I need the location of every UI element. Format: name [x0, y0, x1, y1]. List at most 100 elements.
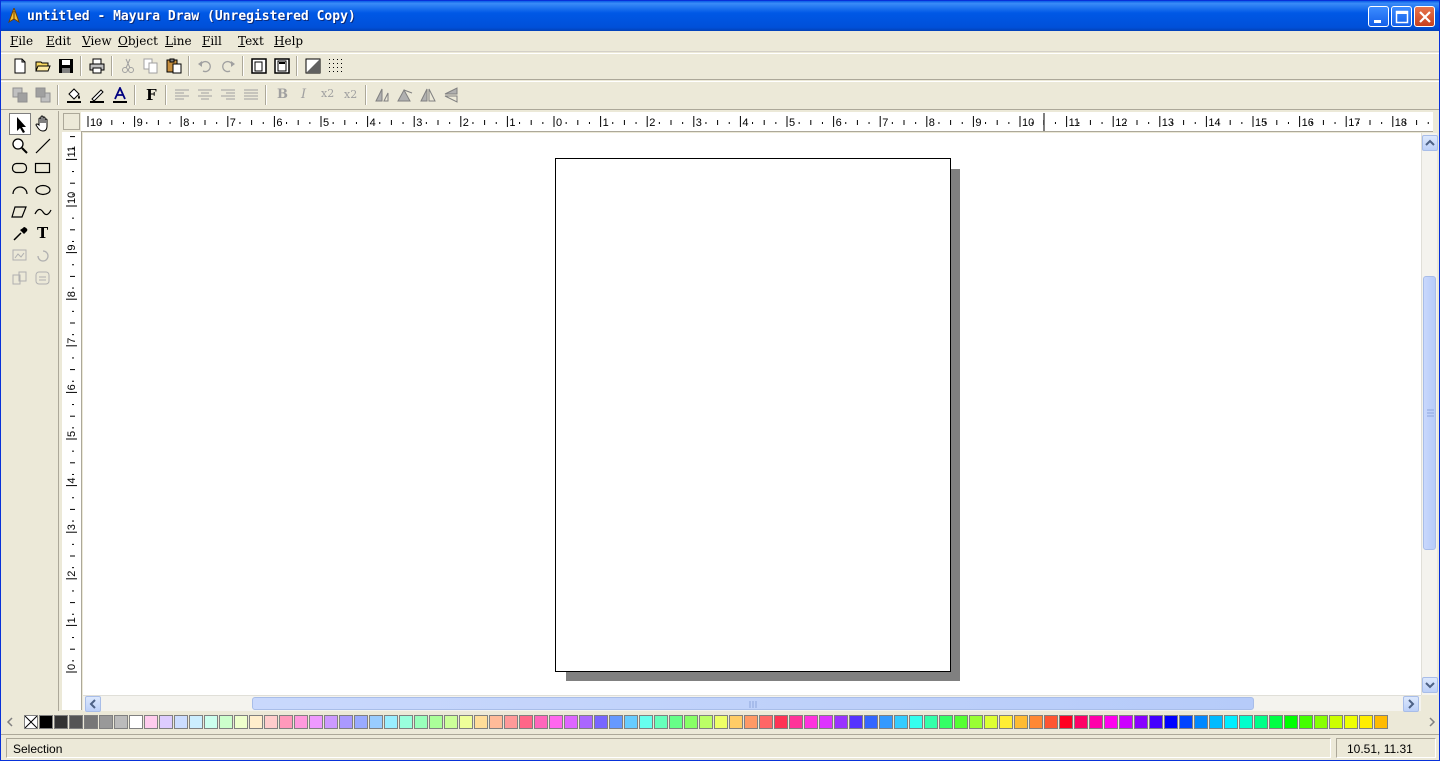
- color-swatch[interactable]: [264, 715, 278, 729]
- color-swatch[interactable]: [189, 715, 203, 729]
- subscript-button[interactable]: x2: [340, 84, 362, 106]
- text-tool[interactable]: T: [32, 223, 54, 245]
- color-swatch[interactable]: [99, 715, 113, 729]
- color-swatch[interactable]: [279, 715, 293, 729]
- color-swatch[interactable]: [864, 715, 878, 729]
- menu-edit[interactable]: Edit: [46, 34, 71, 48]
- color-swatch[interactable]: [159, 715, 173, 729]
- paste-button[interactable]: [163, 55, 185, 77]
- color-swatch[interactable]: [1329, 715, 1343, 729]
- color-swatch[interactable]: [429, 715, 443, 729]
- color-swatch[interactable]: [939, 715, 953, 729]
- cut-button[interactable]: [117, 55, 139, 77]
- color-swatch[interactable]: [669, 715, 683, 729]
- color-swatch[interactable]: [609, 715, 623, 729]
- italic-button[interactable]: I: [294, 84, 316, 106]
- palette-scroll-left-icon[interactable]: [5, 717, 15, 727]
- superscript-button[interactable]: x2: [317, 84, 339, 106]
- color-swatch[interactable]: [1269, 715, 1283, 729]
- scroll-down-button[interactable]: [1422, 677, 1438, 693]
- color-swatch[interactable]: [399, 715, 413, 729]
- color-swatch[interactable]: [1089, 715, 1103, 729]
- arc-tool[interactable]: [9, 179, 31, 201]
- color-swatch[interactable]: [564, 715, 578, 729]
- pan-tool[interactable]: [32, 113, 54, 135]
- menu-view[interactable]: View: [82, 34, 112, 48]
- color-swatch[interactable]: [39, 715, 53, 729]
- redo-button[interactable]: [217, 55, 239, 77]
- color-swatch[interactable]: [819, 715, 833, 729]
- rectangle-tool[interactable]: [32, 157, 54, 179]
- palette-scroll-right-icon[interactable]: [1427, 717, 1437, 727]
- color-swatch[interactable]: [744, 715, 758, 729]
- select-tool[interactable]: [9, 113, 31, 135]
- color-swatch[interactable]: [294, 715, 308, 729]
- color-swatch[interactable]: [414, 715, 428, 729]
- color-swatch[interactable]: [624, 715, 638, 729]
- ellipse-tool[interactable]: [32, 179, 54, 201]
- menu-object[interactable]: Object: [118, 34, 158, 48]
- color-swatch[interactable]: [1359, 715, 1373, 729]
- color-swatch[interactable]: [1179, 715, 1193, 729]
- color-swatch[interactable]: [219, 715, 233, 729]
- horizontal-scrollbar[interactable]: [83, 695, 1421, 712]
- vertical-scroll-thumb[interactable]: [1423, 276, 1436, 550]
- copy-button[interactable]: [140, 55, 162, 77]
- zoom-tool[interactable]: [9, 135, 31, 157]
- font-button[interactable]: F: [140, 84, 162, 106]
- menu-text[interactable]: Text: [238, 34, 264, 48]
- color-swatch[interactable]: [1104, 715, 1118, 729]
- no-color-swatch[interactable]: [24, 715, 38, 729]
- color-swatch[interactable]: [954, 715, 968, 729]
- color-swatch[interactable]: [594, 715, 608, 729]
- ruler-corner[interactable]: [63, 113, 80, 130]
- color-swatch[interactable]: [639, 715, 653, 729]
- vertical-ruler[interactable]: 11109876543210: [62, 132, 82, 710]
- color-swatch[interactable]: [999, 715, 1013, 729]
- horizontal-scroll-thumb[interactable]: [252, 697, 1254, 710]
- horizontal-ruler[interactable]: 10 9 8 7 6 5 4 3 2 1 0 1 2 3 4 5 6 7 8 9 10 11 12 13 14 15 16 17 18: [81, 112, 1433, 132]
- rotate-left-button[interactable]: [371, 84, 393, 106]
- color-swatch[interactable]: [444, 715, 458, 729]
- color-swatch[interactable]: [309, 715, 323, 729]
- color-swatch[interactable]: [774, 715, 788, 729]
- color-swatch[interactable]: [1044, 715, 1058, 729]
- color-swatch[interactable]: [1284, 715, 1298, 729]
- rotate-tool[interactable]: [32, 245, 54, 267]
- minimize-button[interactable]: [1368, 6, 1389, 27]
- color-swatch[interactable]: [1314, 715, 1328, 729]
- color-swatch[interactable]: [714, 715, 728, 729]
- line-color-button[interactable]: [86, 84, 108, 106]
- color-swatch[interactable]: [489, 715, 503, 729]
- polygon-tool[interactable]: [9, 201, 31, 223]
- color-swatch[interactable]: [579, 715, 593, 729]
- color-swatch[interactable]: [1344, 715, 1358, 729]
- color-swatch[interactable]: [759, 715, 773, 729]
- line-tool[interactable]: [32, 135, 54, 157]
- align-center-button[interactable]: [194, 84, 216, 106]
- color-swatch[interactable]: [1299, 715, 1313, 729]
- bring-forward-button[interactable]: [9, 84, 31, 106]
- page-setup-button[interactable]: [248, 55, 270, 77]
- send-backward-button[interactable]: [32, 84, 54, 106]
- color-swatch[interactable]: [1014, 715, 1028, 729]
- color-swatch[interactable]: [834, 715, 848, 729]
- color-swatch[interactable]: [249, 715, 263, 729]
- color-swatch[interactable]: [339, 715, 353, 729]
- color-swatch[interactable]: [909, 715, 923, 729]
- color-swatch[interactable]: [849, 715, 863, 729]
- color-swatch[interactable]: [1374, 715, 1388, 729]
- color-swatch[interactable]: [1059, 715, 1073, 729]
- color-swatch[interactable]: [324, 715, 338, 729]
- color-swatch[interactable]: [519, 715, 533, 729]
- curve-tool[interactable]: [32, 201, 54, 223]
- color-swatch[interactable]: [534, 715, 548, 729]
- menu-fill[interactable]: Fill: [202, 34, 222, 48]
- color-swatch[interactable]: [1209, 715, 1223, 729]
- color-swatch[interactable]: [144, 715, 158, 729]
- eyedropper-tool[interactable]: [9, 223, 31, 245]
- ungroup-tool[interactable]: [32, 267, 54, 289]
- text-color-button[interactable]: [109, 84, 131, 106]
- color-swatch[interactable]: [1149, 715, 1163, 729]
- align-right-button[interactable]: [217, 84, 239, 106]
